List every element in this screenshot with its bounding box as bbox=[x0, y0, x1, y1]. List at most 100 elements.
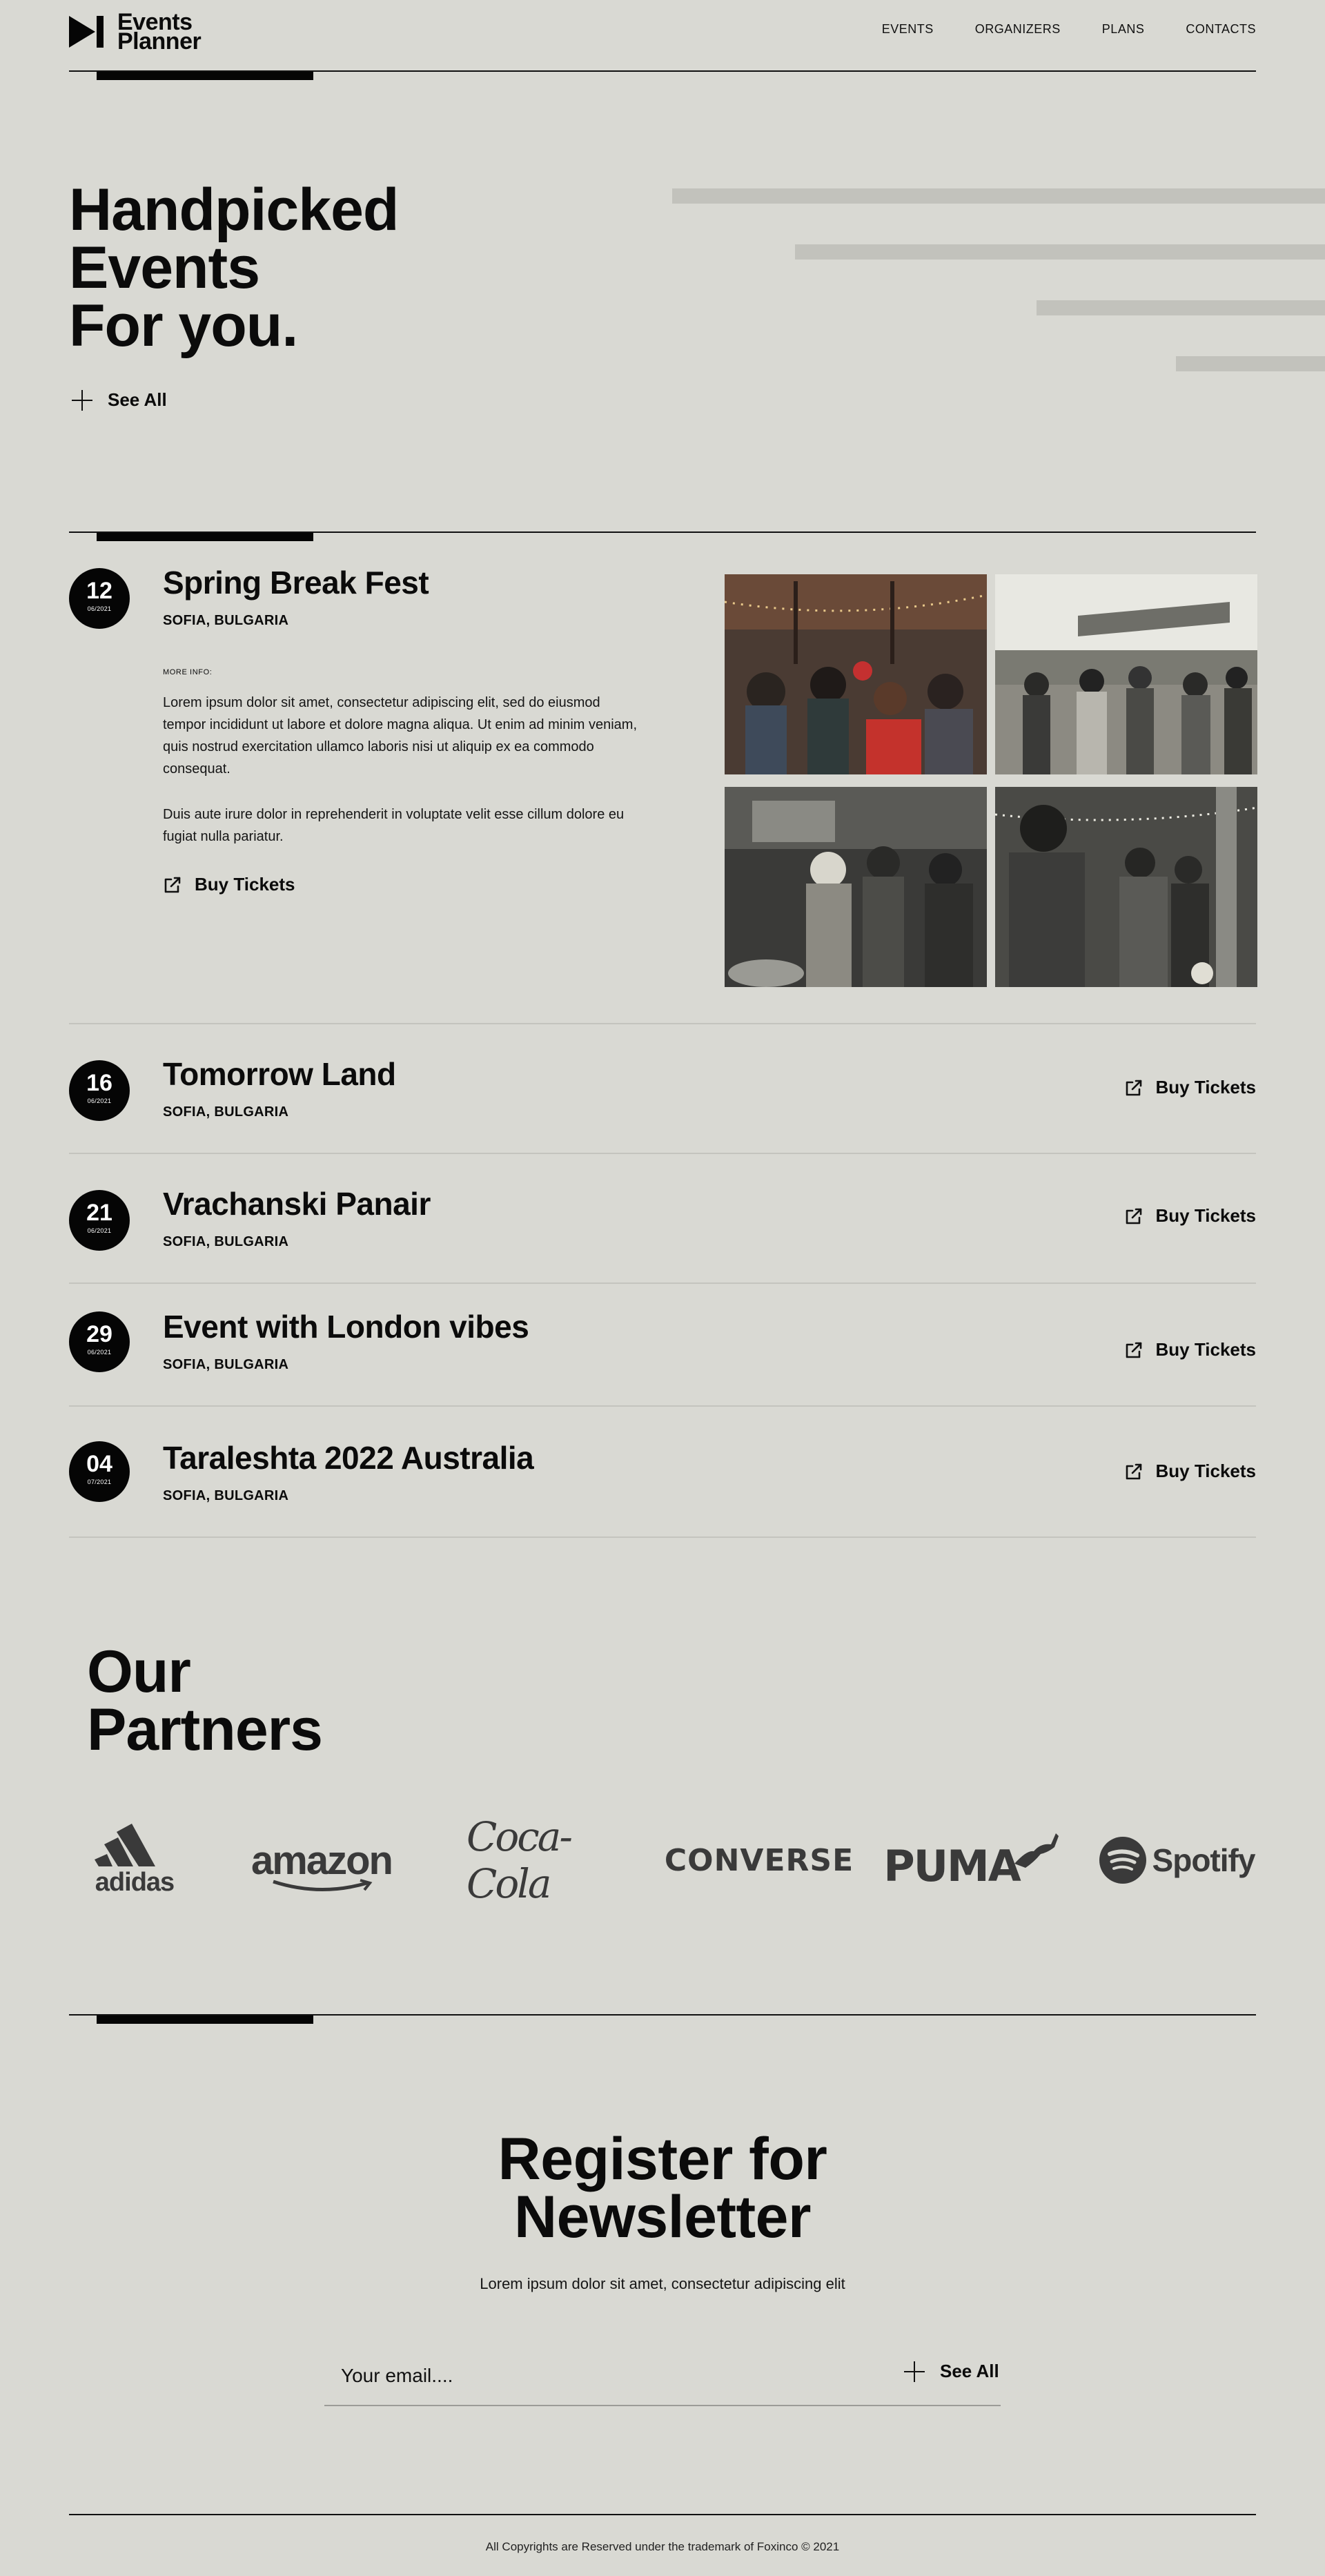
partners-title-line2: Partners bbox=[87, 1697, 323, 1763]
buy-tickets-button[interactable]: Buy Tickets bbox=[1124, 1205, 1256, 1227]
event-photo-1 bbox=[725, 574, 987, 774]
newsletter-submit-button[interactable]: See All bbox=[904, 2361, 999, 2382]
logo-line2: Planner bbox=[117, 28, 202, 55]
event-location: SOFIA, BULGARIA bbox=[163, 1104, 289, 1120]
event-divider bbox=[69, 1153, 1256, 1154]
buy-tickets-button[interactable]: Buy Tickets bbox=[163, 874, 295, 895]
buy-tickets-label: Buy Tickets bbox=[1155, 1077, 1256, 1097]
adidas-wordmark: adidas bbox=[95, 1867, 175, 1897]
decor-stripe-1 bbox=[672, 188, 1325, 204]
event-divider bbox=[69, 1405, 1256, 1407]
date-day: 21 bbox=[86, 1200, 112, 1226]
main-nav: EVENTS ORGANIZERS PLANS CONTACTS bbox=[882, 22, 1256, 37]
event-divider bbox=[69, 1536, 1256, 1538]
hero-see-all-button[interactable]: See All bbox=[72, 389, 167, 411]
submit-label: See All bbox=[940, 2361, 999, 2381]
date-badge: 12 06/2021 bbox=[69, 568, 130, 629]
copyright-text: All Copyrights are Reserved under the tr… bbox=[485, 2540, 840, 2553]
date-badge: 21 06/2021 bbox=[69, 1190, 130, 1251]
event-description-1: Lorem ipsum dolor sit amet, consectetur … bbox=[163, 695, 638, 777]
hero-title-line3: For you. bbox=[69, 293, 298, 359]
newsletter-rule-accent bbox=[97, 2016, 313, 2024]
decor-stripe-3 bbox=[1037, 300, 1325, 315]
buy-tickets-label: Buy Tickets bbox=[1155, 1461, 1256, 1481]
date-day: 12 bbox=[86, 578, 112, 604]
events-rule-accent bbox=[97, 533, 313, 541]
external-link-icon bbox=[1126, 1463, 1141, 1479]
partner-amazon-logo[interactable]: amazon bbox=[246, 1822, 398, 1898]
newsletter-subtitle: Lorem ipsum dolor sit amet, consectetur … bbox=[480, 2275, 845, 2292]
converse-wordmark: CONVERSE bbox=[664, 1842, 854, 1878]
event-title: Tomorrow Land bbox=[163, 1056, 396, 1092]
date-day: 04 bbox=[86, 1451, 112, 1477]
partner-puma-logo[interactable]: PUMA bbox=[883, 1822, 1059, 1898]
plus-icon bbox=[904, 2361, 925, 2382]
hero-title-line1: Handpicked bbox=[69, 177, 399, 243]
more-info-label: MORE INFO: bbox=[163, 668, 213, 676]
date-month: 06/2021 bbox=[87, 1227, 112, 1234]
spotify-icon bbox=[1099, 1837, 1146, 1884]
header-rule-accent bbox=[97, 72, 313, 80]
hero-title: Handpicked Events For you. bbox=[69, 177, 399, 359]
buy-tickets-button[interactable]: Buy Tickets bbox=[1124, 1461, 1256, 1482]
site-header: Events Planner EVENTS ORGANIZERS PLANS C… bbox=[69, 0, 1256, 72]
email-input[interactable] bbox=[324, 2347, 1001, 2406]
event-location: SOFIA, BULGARIA bbox=[163, 613, 289, 628]
partner-cocacola-logo[interactable]: Coca-Cola bbox=[467, 1813, 605, 1907]
event-title: Spring Break Fest bbox=[163, 565, 429, 601]
plus-icon bbox=[72, 389, 92, 411]
buy-tickets-label: Buy Tickets bbox=[1155, 1339, 1256, 1360]
nav-organizers[interactable]: ORGANIZERS bbox=[975, 22, 1061, 37]
event-divider bbox=[69, 1023, 1256, 1024]
newsletter-title-line1: Register for bbox=[498, 2126, 827, 2192]
external-link-icon bbox=[1126, 1342, 1141, 1358]
decor-stripe-4 bbox=[1176, 356, 1325, 371]
see-all-label: See All bbox=[108, 389, 167, 410]
date-badge: 04 07/2021 bbox=[69, 1441, 130, 1502]
date-day: 29 bbox=[86, 1321, 112, 1347]
event-location: SOFIA, BULGARIA bbox=[163, 1488, 289, 1503]
buy-tickets-label: Buy Tickets bbox=[1155, 1205, 1256, 1226]
newsletter-title: Register for Newsletter bbox=[0, 2126, 1325, 2250]
partner-spotify-logo[interactable]: Spotify bbox=[1097, 1822, 1256, 1898]
hero-title-line2: Events bbox=[69, 235, 260, 301]
event-divider bbox=[69, 1282, 1256, 1284]
event-location: SOFIA, BULGARIA bbox=[163, 1234, 289, 1249]
external-link-icon bbox=[1126, 1080, 1141, 1095]
puma-wordmark: PUMA bbox=[883, 1841, 1021, 1891]
partner-converse-logo[interactable]: CONVERSE bbox=[665, 1822, 853, 1898]
date-month: 06/2021 bbox=[87, 605, 112, 612]
event-photo-4 bbox=[995, 787, 1257, 987]
amazon-wordmark: amazon bbox=[251, 1837, 393, 1883]
partner-adidas-logo[interactable]: adidas bbox=[83, 1822, 186, 1898]
event-description-2: Duis aute irure dolor in reprehenderit i… bbox=[163, 807, 625, 844]
puma-cat-icon bbox=[1014, 1833, 1059, 1868]
partners-title: Our Partners bbox=[87, 1639, 323, 1763]
event-photo-3 bbox=[725, 787, 987, 987]
nav-events[interactable]: EVENTS bbox=[882, 22, 934, 37]
nav-contacts[interactable]: CONTACTS bbox=[1186, 22, 1256, 37]
footer-rule bbox=[69, 2514, 1256, 2515]
newsletter-title-line2: Newsletter bbox=[514, 2184, 811, 2250]
event-photo-2 bbox=[995, 574, 1257, 774]
date-month: 06/2021 bbox=[87, 1097, 112, 1104]
nav-plans[interactable]: PLANS bbox=[1102, 22, 1145, 37]
buy-tickets-label: Buy Tickets bbox=[195, 874, 295, 895]
amazon-smile-icon bbox=[273, 1878, 373, 1891]
date-month: 06/2021 bbox=[87, 1349, 112, 1356]
event-title: Event with London vibes bbox=[163, 1309, 529, 1345]
buy-tickets-button[interactable]: Buy Tickets bbox=[1124, 1339, 1256, 1360]
date-badge: 29 06/2021 bbox=[69, 1311, 130, 1372]
adidas-stripes-icon bbox=[95, 1823, 155, 1866]
external-link-icon bbox=[1126, 1208, 1141, 1224]
event-title: Vrachanski Panair bbox=[163, 1186, 431, 1222]
event-location: SOFIA, BULGARIA bbox=[163, 1357, 289, 1372]
external-link-icon bbox=[164, 877, 181, 892]
logo-text: Events Planner bbox=[117, 10, 202, 55]
date-month: 07/2021 bbox=[87, 1479, 112, 1485]
spotify-wordmark: Spotify bbox=[1152, 1842, 1256, 1878]
buy-tickets-button[interactable]: Buy Tickets bbox=[1124, 1077, 1256, 1098]
partners-title-line1: Our bbox=[87, 1639, 191, 1705]
logo[interactable]: Events Planner bbox=[69, 10, 202, 55]
date-day: 16 bbox=[86, 1070, 112, 1096]
